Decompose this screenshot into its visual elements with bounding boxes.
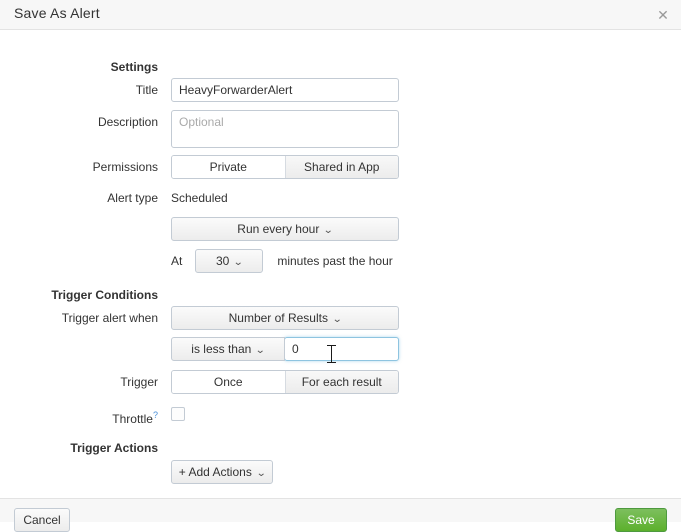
trigger-actions-heading: Trigger Actions [70,441,158,455]
dialog-footer: Cancel Save [0,498,681,532]
trigger-alert-when-dropdown[interactable]: Number of Results ⌄ [171,306,399,330]
condition-combo: is less than ⌄ [171,337,399,361]
throttle-label: Throttle? [0,403,158,431]
throttle-checkbox[interactable] [171,407,185,421]
condition-threshold-input[interactable] [284,337,399,361]
minute-prefix-label: At [171,254,183,268]
condition-operator-dropdown[interactable]: is less than ⌄ [171,337,285,361]
dialog-body: Settings Title Description Permissions [0,30,681,498]
permissions-option-private[interactable]: Private [172,156,285,178]
schedule-dropdown[interactable]: Run every hour ⌄ [171,217,399,241]
trigger-actions-section-row: Trigger Actions [0,436,681,460]
chevron-down-icon: ⌄ [331,314,343,325]
trigger-alert-when-label: Trigger alert when [61,311,158,325]
minute-suffix-label: minutes past the hour [277,254,393,268]
title-label: Title [135,83,158,97]
trigger-label: Trigger [120,375,158,389]
permissions-option-shared-in-app[interactable]: Shared in App [284,156,398,178]
description-textarea[interactable] [171,110,399,148]
minute-row: At 30 ⌄ minutes past the hour [0,249,681,273]
minute-dropdown-value: 30 [215,254,230,268]
dialog-header: Save As Alert ✕ [0,0,681,30]
alert-type-label: Alert type [107,191,158,205]
minute-dropdown[interactable]: 30 ⌄ [195,249,264,273]
condition-operator-value: is less than [191,342,252,356]
trigger-toggle-group: Once For each result [171,370,399,394]
save-button[interactable]: Save [615,508,667,532]
trigger-row: Trigger Once For each result [0,370,681,394]
schedule-row: Run every hour ⌄ [0,217,681,241]
permissions-row: Permissions Private Shared in App [0,155,681,179]
trigger-conditions-section-row: Trigger Conditions [0,283,681,307]
add-actions-label: + Add Actions [178,465,252,479]
schedule-dropdown-value: Run every hour [237,222,320,236]
throttle-label-text: Throttle [112,412,153,426]
permissions-toggle-group: Private Shared in App [171,155,399,179]
chevron-down-icon: ⌄ [255,468,267,479]
close-icon[interactable]: ✕ [654,6,672,24]
title-row: Title [0,78,681,102]
throttle-help-icon[interactable]: ? [153,410,158,420]
add-actions-row: + Add Actions ⌄ [0,460,681,484]
description-row: Description [0,110,681,150]
save-as-alert-dialog: Save As Alert ✕ Settings Title Descripti… [0,0,681,532]
title-input[interactable] [171,78,399,102]
permissions-label: Permissions [92,160,158,174]
trigger-alert-when-row: Trigger alert when Number of Results ⌄ [0,306,681,330]
settings-section-heading: Settings [110,60,158,74]
dialog-title: Save As Alert [14,5,100,21]
trigger-option-for-each-result[interactable]: For each result [284,371,398,393]
description-label: Description [97,115,158,129]
chevron-down-icon: ⌄ [233,257,244,268]
trigger-conditions-heading: Trigger Conditions [51,288,158,302]
cancel-button[interactable]: Cancel [14,508,70,532]
condition-row: is less than ⌄ [0,337,681,361]
trigger-option-once[interactable]: Once [172,371,285,393]
alert-type-value: Scheduled [171,191,228,205]
alert-type-row: Alert type Scheduled [0,186,681,210]
throttle-row: Throttle? [0,403,681,427]
add-actions-button[interactable]: + Add Actions ⌄ [171,460,273,484]
trigger-alert-when-value: Number of Results [228,311,328,325]
settings-section-row: Settings [0,55,681,79]
chevron-down-icon: ⌄ [255,345,266,356]
chevron-down-icon: ⌄ [323,225,334,236]
